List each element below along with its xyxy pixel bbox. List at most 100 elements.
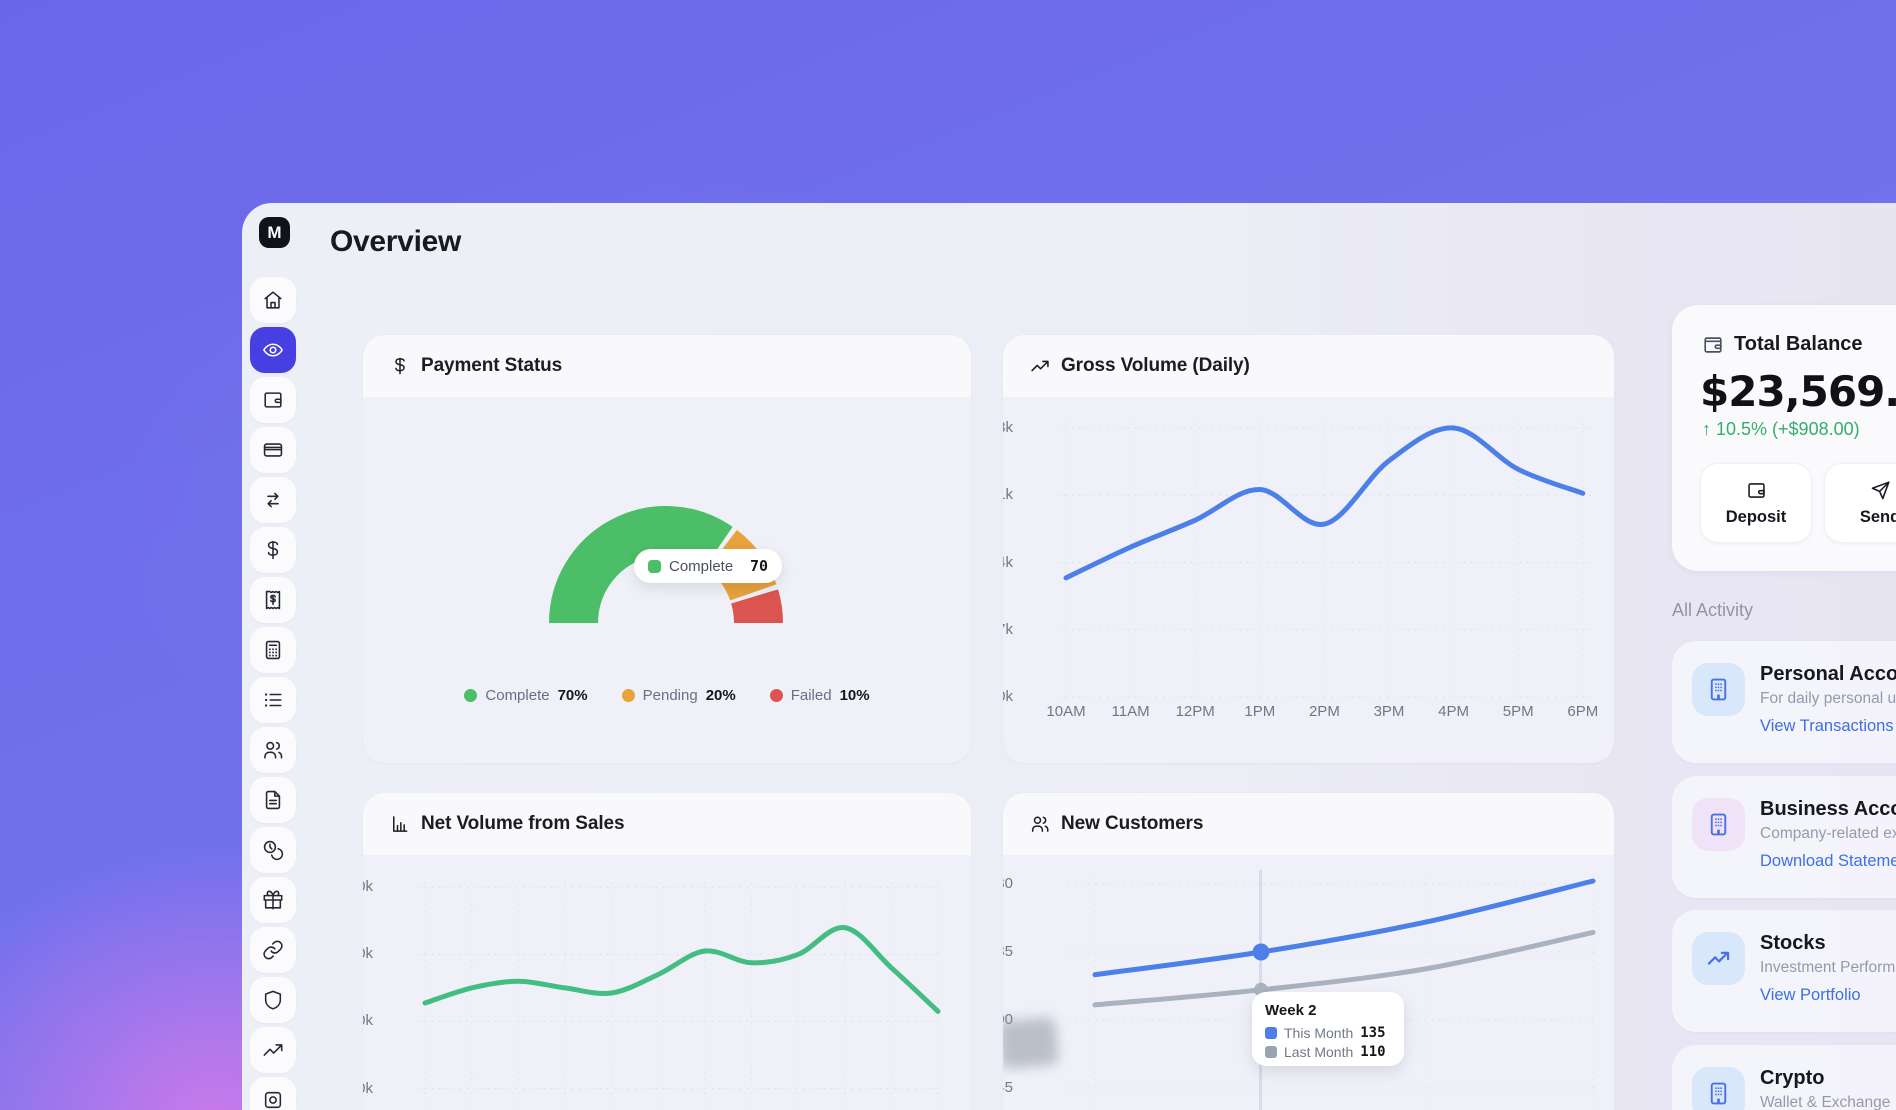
gauge-segment-failed <box>755 596 759 623</box>
sidebar-item-receipt[interactable] <box>250 577 296 623</box>
view-portfolio-link[interactable]: View Portfolio <box>1760 986 1861 1005</box>
sidebar-item-link[interactable] <box>250 927 296 973</box>
legend-label: Complete <box>485 687 549 704</box>
sidebar-item-calculator[interactable] <box>250 627 296 673</box>
y-axis-label: 180 <box>1003 875 1013 892</box>
sidebar-item-trending-up[interactable] <box>250 1027 296 1073</box>
total-balance-card: Total Balance $23,569.00 ↑ 10.5% (+$908.… <box>1672 305 1896 571</box>
legend-item: Complete 70% <box>464 687 587 704</box>
y-axis-label: $60k <box>363 945 373 962</box>
trending-up-icon <box>262 1039 284 1061</box>
trending-up-icon <box>1030 356 1050 376</box>
gross-volume-chart <box>1048 410 1608 710</box>
x-axis-label: 12PM <box>1167 703 1223 720</box>
sidebar-item-list[interactable] <box>250 677 296 723</box>
tooltip-row: This Month135 <box>1265 1025 1391 1041</box>
gauge-tooltip: Complete 70 <box>634 549 782 583</box>
legend-value: 70% <box>558 687 588 704</box>
list-icon <box>262 689 284 711</box>
x-axis-label: 2PM <box>1296 703 1352 720</box>
sidebar-item-dollar[interactable] <box>250 527 296 573</box>
home-icon <box>262 289 284 311</box>
x-axis-label: 4PM <box>1426 703 1482 720</box>
activity-title: Crypto <box>1760 1067 1824 1090</box>
balance-change: ↑ 10.5% (+$908.00) <box>1702 419 1860 440</box>
bar-chart-icon <box>390 814 410 834</box>
trending-up-icon <box>1692 932 1745 985</box>
dollar-icon <box>390 356 410 376</box>
users-icon <box>1030 814 1050 834</box>
x-axis-label: 1PM <box>1232 703 1288 720</box>
legend-item: Failed 10% <box>770 687 870 704</box>
gift-icon <box>262 889 284 911</box>
sidebar-item-shield[interactable] <box>250 977 296 1023</box>
y-axis-label: 135 <box>1003 943 1013 960</box>
sidebar-item-coins[interactable] <box>250 827 296 873</box>
series-line <box>1095 881 1593 975</box>
deposit-button[interactable]: Deposit <box>1700 463 1812 543</box>
tooltip-value: 70 <box>750 557 768 575</box>
activity-item-crypto: Crypto Wallet & Exchange <box>1672 1045 1896 1110</box>
legend-value: 10% <box>840 687 870 704</box>
legend-dot <box>770 689 783 702</box>
sidebar-item-users[interactable] <box>250 727 296 773</box>
gross-volume-header: Gross Volume (Daily) <box>1003 335 1614 397</box>
tooltip-label: Complete <box>669 558 733 575</box>
chart-tooltip: Week 2 This Month135 Last Month110 <box>1252 992 1404 1066</box>
y-axis-label: $0k <box>1003 688 1013 705</box>
payment-status-card: Payment Status Complete 70 Complete 70% P… <box>363 335 971 763</box>
x-axis-label: 11AM <box>1103 703 1159 720</box>
shield-icon <box>262 989 284 1011</box>
new-customers-header: New Customers <box>1003 793 1614 855</box>
wallet-icon <box>1702 334 1724 356</box>
activity-subtitle: Wallet & Exchange <box>1760 1094 1890 1110</box>
total-balance-head: Total Balance <box>1702 333 1863 356</box>
x-axis-label: 5PM <box>1490 703 1546 720</box>
sidebar-item-gift[interactable] <box>250 877 296 923</box>
activity-subtitle: Investment Performance <box>1760 959 1896 977</box>
activity-item-personal-account: Personal Account For daily personal use … <box>1672 641 1896 763</box>
activity-subtitle: For daily personal use <box>1760 690 1896 708</box>
net-volume-card: Net Volume from Sales $80k$60k$40k$20k <box>363 793 971 1110</box>
y-axis-label: $14k <box>1003 554 1013 571</box>
legend-item: Pending20% <box>622 687 736 704</box>
y-axis-label: $80k <box>363 878 373 895</box>
page-title: Overview <box>330 225 461 259</box>
total-balance-amount: $23,569.00 <box>1700 367 1896 416</box>
tooltip-label: This Month <box>1284 1025 1353 1041</box>
sidebar-item-wallet[interactable] <box>250 377 296 423</box>
view-transactions-link[interactable]: View Transactions <box>1760 717 1894 736</box>
legend-label: Pending <box>643 687 698 704</box>
eye-icon <box>262 339 284 361</box>
legend-dot <box>622 689 635 702</box>
sidebar-item-document[interactable] <box>250 777 296 823</box>
total-balance-label: Total Balance <box>1734 333 1863 356</box>
link-icon <box>262 939 284 961</box>
payment-status-header: Payment Status <box>363 335 971 397</box>
this-month-marker <box>1253 944 1270 961</box>
card-title: Payment Status <box>421 355 562 377</box>
building-icon <box>1692 798 1745 851</box>
transfer-icon <box>262 489 284 511</box>
all-activity-heading: All Activity <box>1672 600 1753 621</box>
gross-volume-card: Gross Volume (Daily) $28k$21k$14k$7k$0k1… <box>1003 335 1614 763</box>
coins-icon <box>262 839 284 861</box>
new-customers-card: New Customers Week 2 This Month135 Last … <box>1003 793 1614 1110</box>
tooltip-value: 110 <box>1360 1044 1385 1060</box>
send-button[interactable]: Send <box>1824 463 1896 543</box>
legend-swatch <box>648 560 661 573</box>
building-icon <box>1692 1067 1745 1110</box>
wallet-icon <box>262 389 284 411</box>
sidebar-item-bank[interactable] <box>250 1077 296 1110</box>
activity-item-stocks: Stocks Investment Performance View Portf… <box>1672 910 1896 1032</box>
net-volume-header: Net Volume from Sales <box>363 793 971 855</box>
download-statement-link[interactable]: Download Statement <box>1760 852 1896 871</box>
card-title: Net Volume from Sales <box>421 813 624 835</box>
legend-label: Failed <box>791 687 832 704</box>
activity-title: Business Account <box>1760 798 1896 821</box>
card-title: New Customers <box>1061 813 1203 835</box>
sidebar-item-credit-card[interactable] <box>250 427 296 473</box>
sidebar-item-transfer[interactable] <box>250 477 296 523</box>
sidebar-item-eye[interactable] <box>250 327 296 373</box>
sidebar-item-home[interactable] <box>250 277 296 323</box>
